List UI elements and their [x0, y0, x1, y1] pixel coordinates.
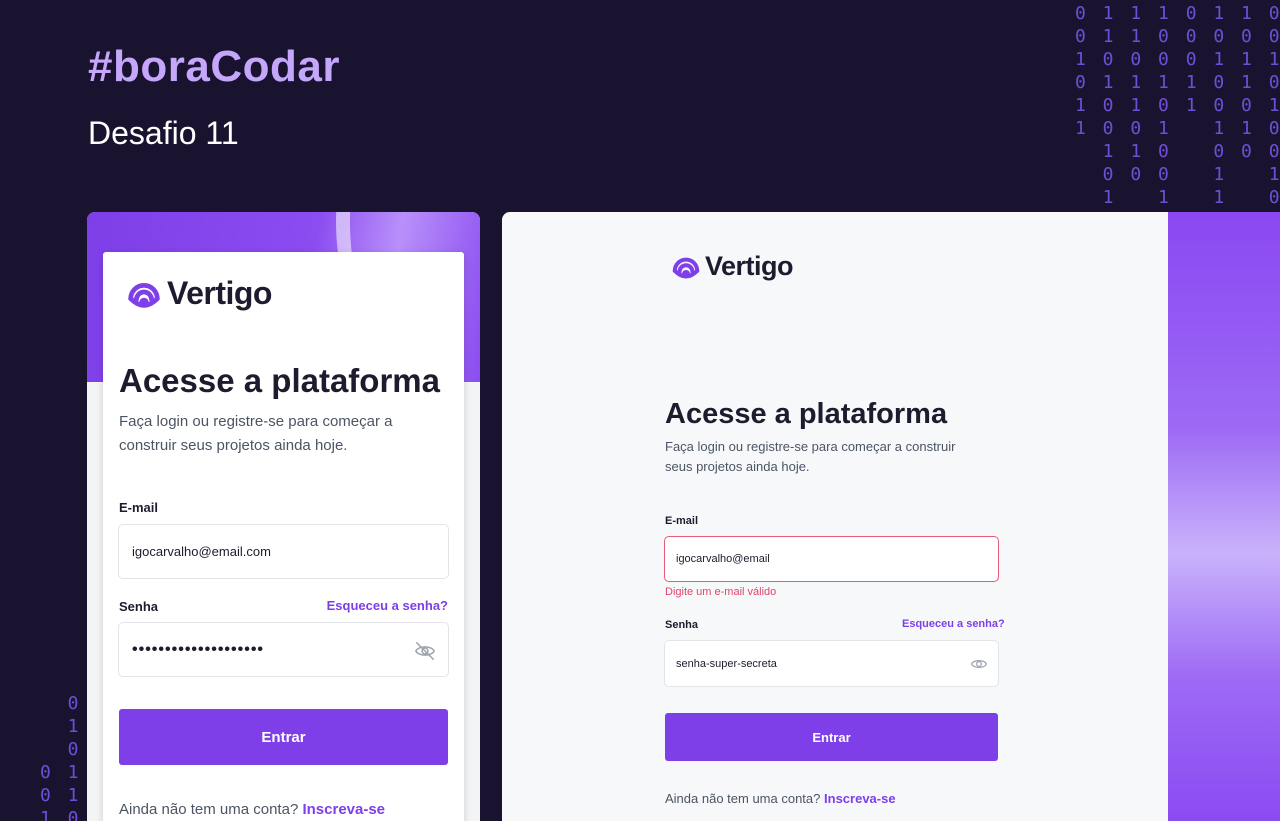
forgot-password-link[interactable]: Esqueceu a senha?: [902, 618, 1005, 630]
email-field[interactable]: igocarvalho@email: [664, 536, 999, 582]
brand-name: Vertigo: [167, 274, 272, 311]
login-description: Faça login ou registre-se para começar a…: [665, 439, 956, 474]
signup-link[interactable]: Inscreva-se: [824, 791, 896, 806]
email-label: E-mail: [665, 515, 699, 527]
forgot-password-link[interactable]: Esqueceu a senha?: [327, 598, 448, 613]
email-label: E-mail: [119, 500, 159, 515]
binary-decoration-top: 0 1 1 1 0 1 1 0 0 0 1 1 0 0 0 0 0 0 1 0 …: [1075, 3, 1280, 208]
password-value: ••••••••••••••••••••: [132, 640, 265, 658]
signup-prompt-text: Ainda não tem uma conta?: [665, 791, 821, 806]
signup-prompt: Ainda não tem uma conta? Inscreva-se: [119, 801, 385, 818]
login-description: Faça login ou registre-se para começar a…: [119, 413, 393, 454]
password-value: senha-super-secreta: [676, 657, 777, 670]
page-subtitle: Desafio 11: [88, 115, 239, 151]
email-value: igocarvalho@email: [676, 553, 770, 565]
vertigo-logo-icon: [128, 283, 160, 308]
brand-logo: Vertigo: [125, 274, 272, 312]
desktop-side-banner: [1168, 212, 1280, 821]
signup-link[interactable]: Inscreva-se: [302, 801, 385, 818]
mobile-login-panel: Vertigo Acesse a plataforma Faça login o…: [103, 252, 464, 821]
eye-icon[interactable]: [970, 655, 988, 673]
password-field[interactable]: senha-super-secreta: [664, 640, 999, 687]
eye-off-icon[interactable]: [414, 640, 436, 662]
signup-prompt: Ainda não tem uma conta? Inscreva-se: [665, 791, 896, 806]
login-heading: Acesse a plataforma: [665, 398, 948, 430]
email-error-message: Digite um e-mail válido: [665, 586, 777, 598]
email-value: igocarvalho@email.com: [132, 544, 271, 559]
password-field[interactable]: ••••••••••••••••••••: [118, 622, 449, 677]
desktop-mockup: Vertigo Acesse a plataforma Faça login o…: [502, 212, 1280, 821]
login-heading: Acesse a plataforma: [119, 362, 440, 399]
password-label: Senha: [665, 619, 699, 631]
signup-prompt-text: Ainda não tem uma conta?: [119, 801, 299, 818]
brand-logo: Vertigo: [670, 250, 794, 282]
vertigo-logo-icon: [672, 257, 700, 279]
brand-name: Vertigo: [705, 250, 794, 281]
password-label: Senha: [119, 599, 159, 614]
submit-button[interactable]: Entrar: [119, 709, 448, 765]
mobile-mockup: Vertigo Acesse a plataforma Faça login o…: [87, 212, 480, 821]
email-field[interactable]: igocarvalho@email.com: [118, 524, 449, 579]
submit-button[interactable]: Entrar: [665, 713, 998, 761]
page-title: #boraCodar: [88, 42, 340, 91]
